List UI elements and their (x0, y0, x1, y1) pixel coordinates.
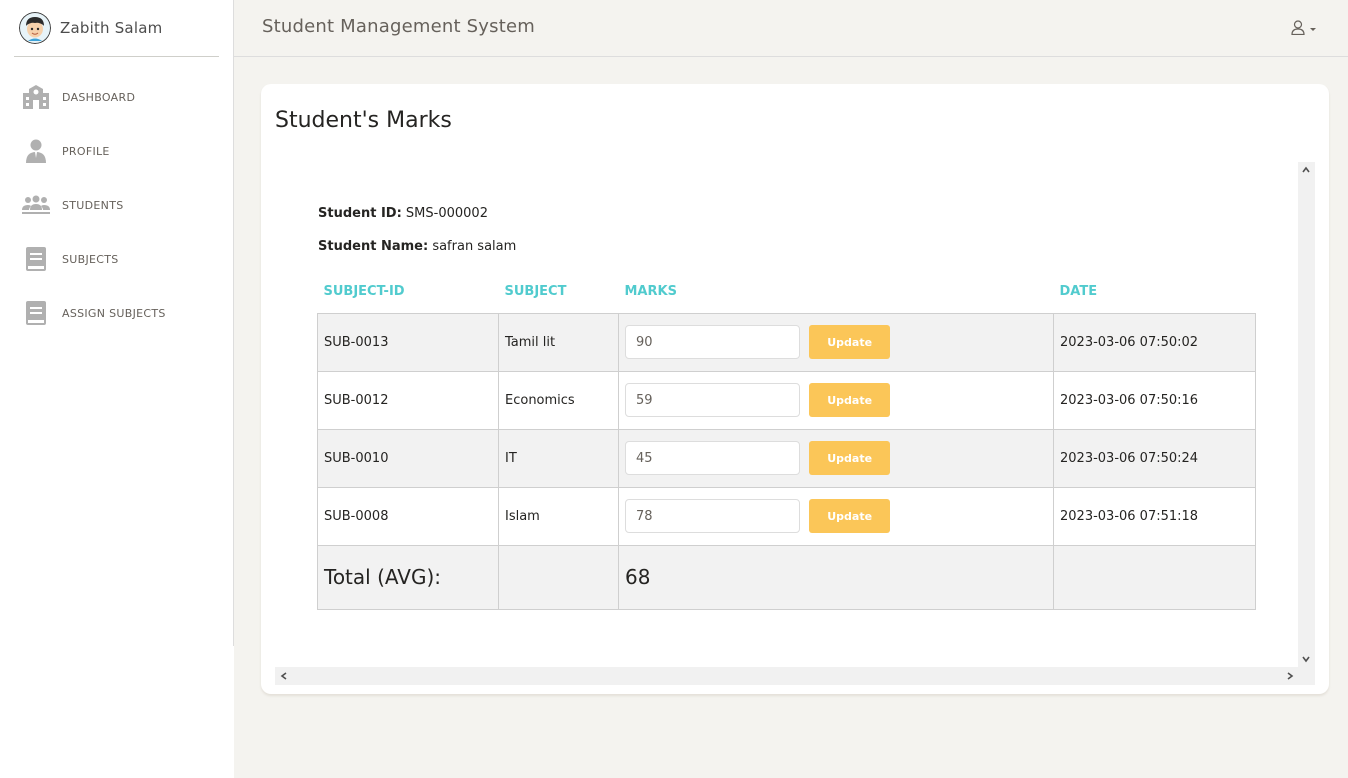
update-button[interactable]: Update (809, 441, 891, 475)
table-row: SUB-0008 Islam Update 2023-03-06 07:51:1… (317, 486, 1256, 546)
cell-subject-id: SUB-0010 (317, 428, 499, 488)
marks-table: SUBJECT-ID SUBJECT MARKS DATE SUB-0013 T… (317, 270, 1256, 610)
total-empty-cell (1053, 544, 1256, 610)
top-navbar: Student Management System (234, 0, 1348, 57)
total-row: Total (AVG): 68 (317, 544, 1256, 610)
sidebar-nav: DASHBOARD PROFILE STUDENTS SUBJECTS ASSI… (0, 70, 233, 340)
sidebar-item-assign-subjects[interactable]: ASSIGN SUBJECTS (0, 286, 233, 340)
sidebar-item-label: SUBJECTS (62, 252, 119, 266)
users-group-icon (22, 191, 50, 219)
caret-down-icon (1310, 28, 1316, 31)
update-button[interactable]: Update (809, 499, 891, 533)
cell-subject: Islam (498, 486, 619, 546)
column-header-subject-id: SUBJECT-ID (323, 283, 405, 299)
cell-date: 2023-03-06 07:50:16 (1053, 370, 1256, 430)
total-label: Total (AVG): (317, 544, 499, 610)
cell-subject-id: SUB-0013 (317, 312, 499, 372)
column-header-marks: MARKS (624, 283, 677, 299)
update-button[interactable]: Update (809, 383, 891, 417)
student-name-line: Student Name: safran salam (318, 239, 516, 254)
app-title: Student Management System (262, 16, 535, 37)
column-header-subject: SUBJECT (504, 283, 567, 299)
cell-date: 2023-03-06 07:50:24 (1053, 428, 1256, 488)
student-id-label: Student ID: (318, 206, 402, 221)
total-value: 68 (618, 544, 1054, 610)
user-name: Zabith Salam (60, 19, 163, 37)
book-icon (22, 245, 50, 273)
user-icon (22, 137, 50, 165)
marks-input[interactable] (625, 499, 800, 533)
marks-card: Student's Marks Student ID: SMS-000002 S… (261, 84, 1329, 694)
chevron-up-icon[interactable] (1302, 166, 1310, 174)
chevron-right-icon[interactable] (1286, 672, 1294, 680)
table-row: SUB-0013 Tamil lit Update 2023-03-06 07:… (317, 312, 1256, 372)
cell-subject-id: SUB-0012 (317, 370, 499, 430)
cell-marks: Update (618, 312, 1054, 372)
student-id-value: SMS-000002 (405, 206, 488, 221)
sidebar: Zabith Salam DASHBOARD PROFILE STUDENTS … (0, 0, 234, 778)
sidebar-item-label: STUDENTS (62, 198, 124, 212)
cell-subject: Tamil lit (498, 312, 619, 372)
sidebar-item-label: ASSIGN SUBJECTS (62, 306, 166, 320)
horizontal-scrollbar[interactable] (275, 667, 1315, 685)
user-icon (1291, 20, 1305, 39)
sidebar-item-label: PROFILE (62, 144, 110, 158)
card-title: Student's Marks (275, 108, 452, 133)
vertical-scrollbar[interactable] (1298, 162, 1315, 667)
update-button[interactable]: Update (809, 325, 891, 359)
sidebar-divider (233, 0, 234, 646)
avatar (19, 12, 51, 44)
student-id-line: Student ID: SMS-000002 (318, 206, 488, 221)
table-row: SUB-0010 IT Update 2023-03-06 07:50:24 (317, 428, 1256, 488)
cell-subject-id: SUB-0008 (317, 486, 499, 546)
user-menu-dropdown[interactable] (1291, 20, 1316, 39)
cell-date: 2023-03-06 07:50:02 (1053, 312, 1256, 372)
sidebar-item-profile[interactable]: PROFILE (0, 124, 233, 178)
sidebar-item-label: DASHBOARD (62, 90, 136, 104)
cell-marks: Update (618, 428, 1054, 488)
marks-input[interactable] (625, 325, 800, 359)
cell-date: 2023-03-06 07:51:18 (1053, 486, 1256, 546)
column-header-date: DATE (1059, 283, 1098, 299)
table-scroll-container[interactable]: Student ID: SMS-000002 Student Name: saf… (275, 162, 1315, 685)
cell-marks: Update (618, 370, 1054, 430)
cell-subject: Economics (498, 370, 619, 430)
sidebar-item-subjects[interactable]: SUBJECTS (0, 232, 233, 286)
sidebar-item-dashboard[interactable]: DASHBOARD (0, 70, 233, 124)
school-building-icon (22, 83, 50, 111)
table-row: SUB-0012 Economics Update 2023-03-06 07:… (317, 370, 1256, 430)
book-icon (22, 299, 50, 327)
student-name-label: Student Name: (318, 239, 429, 254)
cell-subject: IT (498, 428, 619, 488)
cell-marks: Update (618, 486, 1054, 546)
chevron-left-icon[interactable] (280, 672, 288, 680)
marks-input[interactable] (625, 441, 800, 475)
total-empty-cell (498, 544, 619, 610)
sidebar-item-students[interactable]: STUDENTS (0, 178, 233, 232)
marks-input[interactable] (625, 383, 800, 417)
sidebar-brand[interactable]: Zabith Salam (14, 0, 219, 57)
student-name-value: safran salam (432, 239, 517, 254)
chevron-down-icon[interactable] (1302, 655, 1310, 663)
